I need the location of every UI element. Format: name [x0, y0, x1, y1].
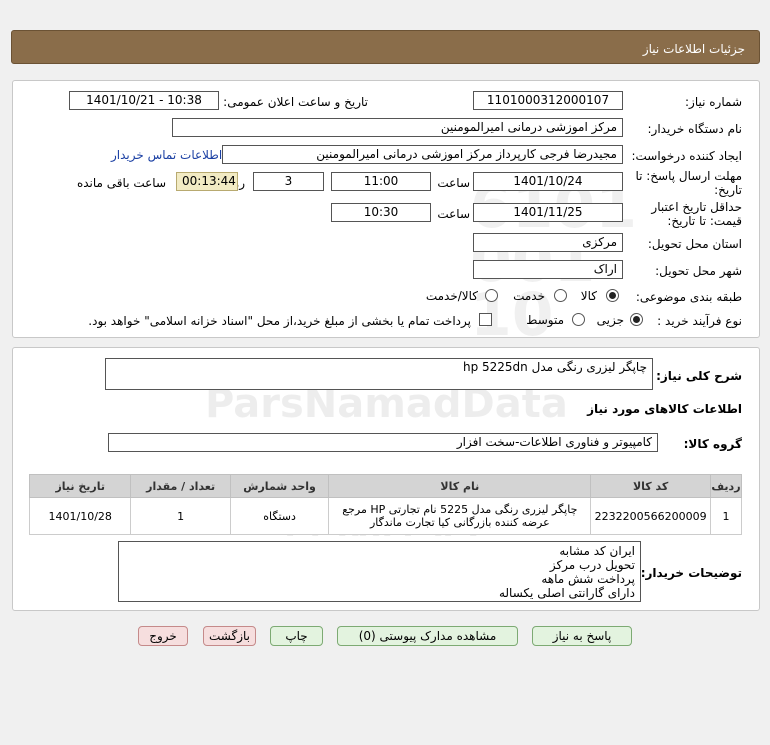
col-row: ردیف — [709, 474, 743, 498]
validity-label-2: قیمت: تا تاریخ: — [667, 214, 742, 228]
deadline-label: مهلت ارسال پاسخ: تا — [635, 169, 742, 183]
page-header: جزئیات اطلاعات نیاز — [11, 30, 760, 64]
category-option-service: خدمت — [513, 289, 545, 303]
city-field: اراک — [473, 260, 623, 279]
table-header-row: ردیف کد کالا نام کالا واحد شمارش تعداد /… — [28, 474, 743, 498]
buyer-org-field: مرکز اموزشی درمانی امیرالمومنین — [172, 118, 623, 137]
category-option-goods-service: کالا/خدمت — [425, 289, 478, 303]
remaining-label: ساعت باقی مانده — [76, 176, 166, 190]
buyer-note-line: دارای گارانتی اصلی یکساله — [498, 586, 635, 600]
deadline-time-label: ساعت — [437, 176, 470, 190]
general-desc-label: شرح کلی نیاز: — [656, 369, 742, 383]
goods-group-field: کامپیوتر و فناوری اطلاعات-سخت افزار — [108, 433, 658, 452]
buyer-org-label: نام دستگاه خریدار: — [647, 122, 743, 136]
validity-time-label: ساعت — [437, 207, 470, 221]
col-qty: تعداد / مقدار — [130, 474, 231, 498]
treasury-payment-note: پرداخت تمام یا بخشی از مبلغ خرید،از محل … — [88, 314, 471, 328]
category-radio-goods-service[interactable] — [485, 289, 498, 302]
buyer-note-line: تحویل درب مرکز — [549, 558, 635, 572]
category-option-goods: کالا — [580, 289, 597, 303]
cell-name: چاپگر لیزری رنگی مدل 5225 نام تجارتی HP … — [328, 497, 592, 535]
buyer-contact-link[interactable]: اطلاعات تماس خریدار — [111, 148, 222, 162]
category-label: طبقه بندی موضوعی: — [635, 290, 742, 304]
announce-datetime-label: تاریخ و ساعت اعلان عمومی: — [223, 95, 368, 109]
print-button[interactable]: چاپ — [270, 626, 323, 646]
col-code: کد کالا — [590, 474, 711, 498]
remaining-time-field: 00:13:44 — [176, 172, 238, 191]
purchase-option-minor: جزیی — [596, 313, 624, 327]
days-field: 3 — [253, 172, 324, 191]
province-field: مرکزی — [473, 233, 623, 252]
buyer-note-line: پرداخت شش ماهه — [541, 572, 635, 586]
validity-date-field: 1401/11/25 — [473, 203, 623, 222]
validity-label: حداقل تاریخ اعتبار — [651, 200, 742, 214]
purchase-type-label: نوع فرآیند خرید : — [657, 314, 742, 328]
col-unit: واحد شمارش — [229, 474, 330, 498]
need-number-field: 1101000312000107 — [473, 91, 623, 110]
purchase-option-medium: متوسط — [526, 313, 564, 327]
cell-qty: 1 — [130, 497, 231, 535]
buyer-note-line: ایران کد مشابه — [559, 544, 635, 558]
cell-unit: دستگاه — [229, 497, 330, 535]
requester-field: مجیدرضا فرجی کارپرداز مرکز اموزشی درمانی… — [222, 145, 623, 164]
purchase-radio-minor[interactable] — [630, 313, 643, 326]
deadline-label-2: تاریخ: — [714, 183, 742, 197]
items-table: ردیف کد کالا نام کالا واحد شمارش تعداد /… — [28, 474, 743, 535]
back-button[interactable]: بازگشت — [203, 626, 256, 646]
deadline-time-field: 11:00 — [331, 172, 431, 191]
city-label: شهر محل تحویل: — [655, 264, 742, 278]
table-row[interactable]: 1 2232200566200009 چاپگر لیزری رنگی مدل … — [28, 497, 743, 535]
reply-button[interactable]: پاسخ به نیاز — [532, 626, 632, 646]
general-desc-field: چاپگر لیزری رنگی مدل hp 5225dn — [105, 358, 653, 390]
deadline-date-field: 1401/10/24 — [473, 172, 623, 191]
col-name: نام کالا — [328, 474, 592, 498]
validity-time-field: 10:30 — [331, 203, 431, 222]
treasury-payment-checkbox[interactable] — [479, 313, 492, 326]
announce-datetime-field: 1401/10/21 - 10:38 — [69, 91, 219, 110]
page-title: جزئیات اطلاعات نیاز — [642, 42, 745, 56]
col-date: تاریخ نیاز — [28, 474, 132, 498]
buyer-notes-label: توضیحات خریدار: — [640, 566, 742, 580]
purchase-radio-medium[interactable] — [572, 313, 585, 326]
view-attachments-button[interactable]: مشاهده مدارک پیوستی (0) — [337, 626, 518, 646]
cell-code: 2232200566200009 — [590, 497, 711, 535]
requester-label: ایجاد کننده درخواست: — [631, 149, 742, 163]
category-radio-goods[interactable] — [606, 289, 619, 302]
goods-group-label: گروه کالا: — [683, 437, 742, 451]
cell-row: 1 — [709, 497, 743, 535]
category-radio-service[interactable] — [554, 289, 567, 302]
cell-date: 1401/10/28 — [28, 497, 132, 535]
need-number-label: شماره نیاز: — [685, 95, 742, 109]
province-label: استان محل تحویل: — [647, 237, 742, 251]
buyer-notes-box: ایران کد مشابه تحویل درب مرکز پرداخت شش … — [118, 541, 641, 602]
goods-info-title: اطلاعات کالاهای مورد نیاز — [587, 402, 742, 416]
exit-button[interactable]: خروج — [138, 626, 188, 646]
